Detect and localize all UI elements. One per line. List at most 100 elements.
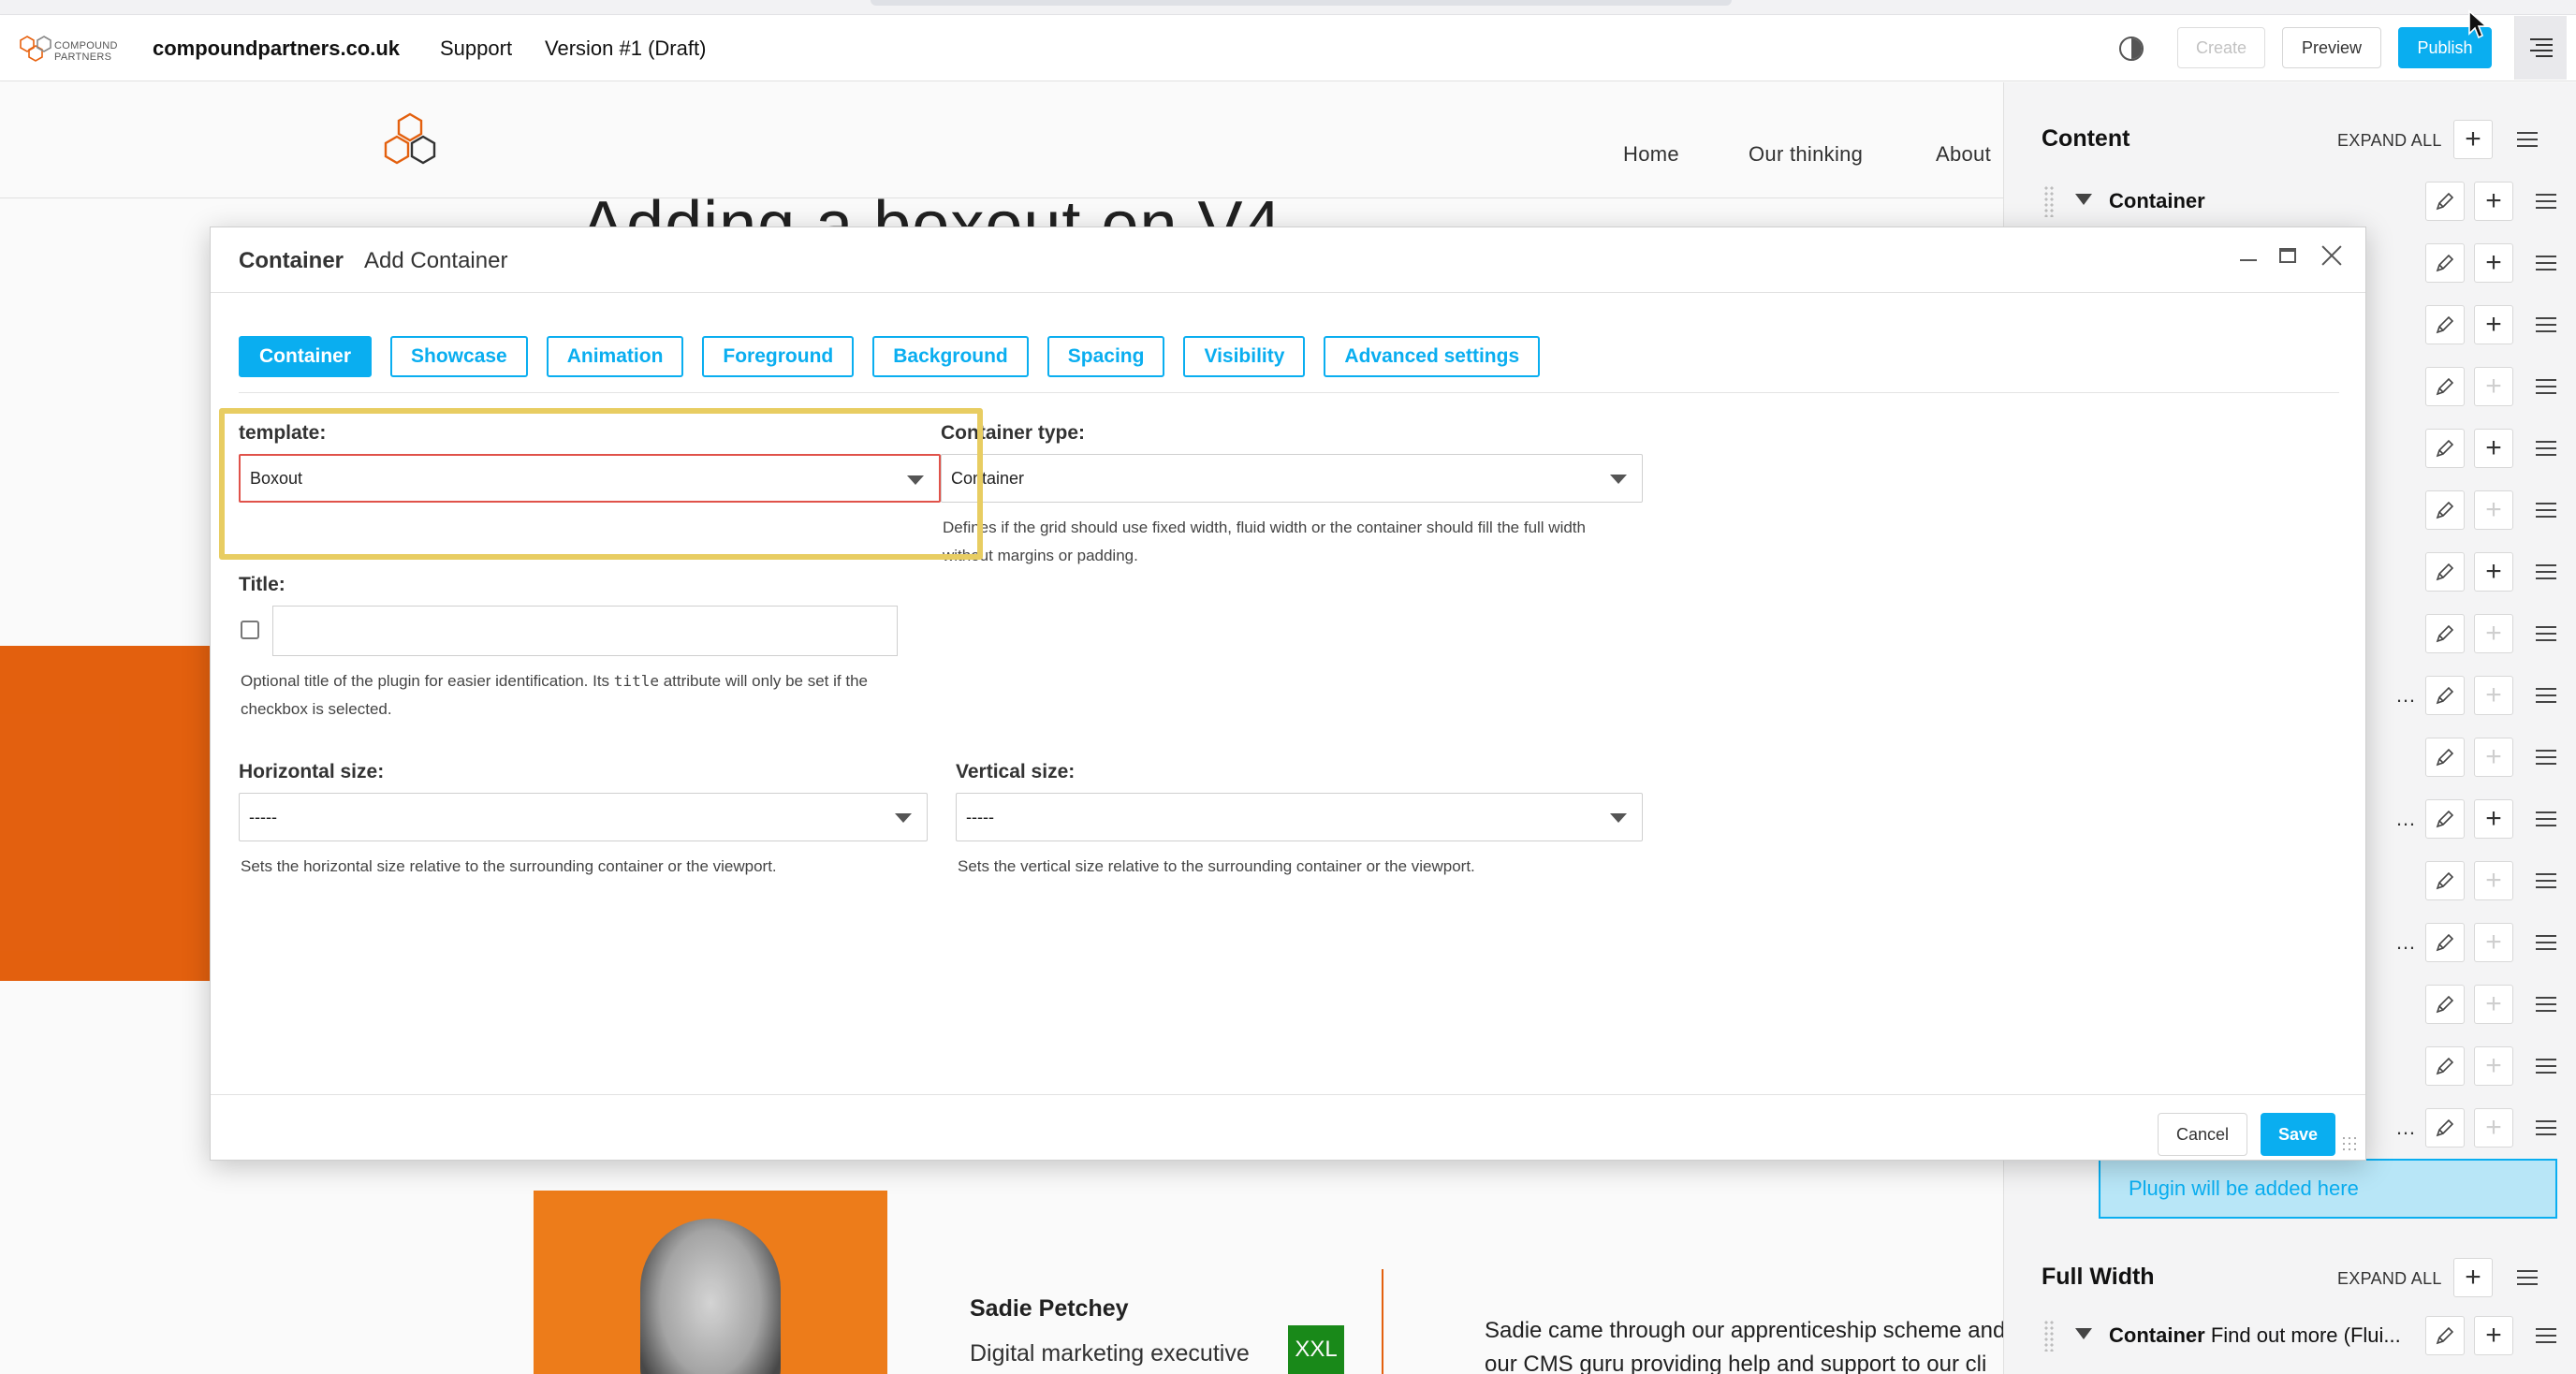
version-indicator[interactable]: Version #1 (Draft) — [545, 37, 706, 61]
edit-pencil-icon[interactable] — [2425, 490, 2465, 530]
add-child-icon[interactable]: + — [2474, 861, 2513, 900]
add-child-icon[interactable]: + — [2474, 738, 2513, 777]
add-child-icon[interactable]: + — [2474, 923, 2513, 962]
tab-visibility[interactable]: Visibility — [1183, 336, 1306, 377]
add-child-icon[interactable]: + — [2474, 799, 2513, 839]
plugin-row[interactable]: Container + — [2042, 170, 2558, 232]
row-menu-icon[interactable] — [2536, 1054, 2556, 1078]
full-width-expand-all-link[interactable]: EXPAND ALL — [2337, 1269, 2442, 1289]
expand-all-link[interactable]: EXPAND ALL — [2337, 131, 2442, 151]
edit-pencil-icon[interactable] — [2425, 676, 2465, 715]
edit-pencil-icon[interactable] — [2425, 923, 2465, 962]
nav-about[interactable]: About — [1936, 142, 1991, 167]
edit-pencil-icon[interactable] — [2425, 243, 2465, 283]
vertical-size-label: Vertical size: — [956, 761, 1076, 782]
row-menu-icon[interactable] — [2536, 807, 2556, 831]
row-menu-icon[interactable] — [2536, 374, 2556, 399]
full-width-menu-icon[interactable] — [2517, 1265, 2538, 1290]
address-bar[interactable] — [871, 0, 1732, 6]
add-child-icon[interactable]: + — [2474, 305, 2513, 344]
tab-spacing[interactable]: Spacing — [1046, 336, 1165, 377]
site-name-link[interactable]: compoundpartners.co.uk — [153, 37, 400, 61]
tab-animation[interactable]: Animation — [546, 336, 684, 377]
tab-container[interactable]: Container — [239, 336, 373, 377]
edit-pencil-icon[interactable] — [2425, 429, 2465, 468]
edit-pencil-icon[interactable] — [2425, 799, 2465, 839]
full-width-add-icon[interactable]: + — [2453, 1258, 2493, 1297]
minimize-icon[interactable] — [2240, 259, 2257, 261]
row-menu-icon[interactable] — [2536, 745, 2556, 769]
add-child-icon[interactable]: + — [2474, 1046, 2513, 1086]
row-menu-icon[interactable] — [2536, 436, 2556, 460]
add-child-icon[interactable]: + — [2474, 614, 2513, 653]
row-menu-icon[interactable] — [2536, 498, 2556, 522]
edit-pencil-icon[interactable] — [2425, 552, 2465, 592]
placeholder-menu-icon[interactable] — [2517, 127, 2538, 152]
support-link[interactable]: Support — [440, 37, 512, 61]
row-menu-icon[interactable] — [2536, 560, 2556, 584]
row-menu-icon[interactable] — [2536, 189, 2556, 213]
horizontal-size-select[interactable]: ----- — [239, 793, 928, 841]
nav-home[interactable]: Home — [1623, 142, 1679, 167]
tab-showcase[interactable]: Showcase — [390, 336, 528, 377]
row-menu-icon[interactable] — [2536, 1116, 2556, 1140]
horizontal-size-help: Sets the horizontal size relative to the… — [241, 857, 777, 875]
tab-advanced-settings[interactable]: Advanced settings — [1324, 336, 1541, 377]
add-child-icon[interactable]: + — [2474, 552, 2513, 592]
add-child-icon[interactable]: + — [2474, 429, 2513, 468]
add-child-icon[interactable]: + — [2474, 490, 2513, 530]
tab-foreground[interactable]: Foreground — [702, 336, 855, 377]
resize-handle-icon[interactable] — [2341, 1135, 2358, 1152]
content-placeholder-title: Content — [2042, 125, 2130, 152]
collapse-caret-icon[interactable] — [2075, 194, 2092, 205]
compound-partners-logo[interactable]: COMPOUND PARTNERS — [19, 29, 122, 66]
add-child-icon[interactable]: + — [2474, 1108, 2513, 1147]
edit-pencil-icon[interactable] — [2425, 1316, 2465, 1355]
edit-pencil-icon[interactable] — [2425, 367, 2465, 406]
edit-pencil-icon[interactable] — [2425, 614, 2465, 653]
title-input[interactable] — [272, 606, 898, 656]
add-child-icon[interactable]: + — [2474, 1316, 2513, 1355]
drag-handle-icon[interactable] — [2043, 1320, 2055, 1352]
row-menu-icon[interactable] — [2536, 869, 2556, 893]
row-menu-icon[interactable] — [2536, 313, 2556, 337]
drag-handle-icon[interactable] — [2043, 185, 2055, 217]
row-menu-icon[interactable] — [2536, 621, 2556, 646]
modal-header: Container Add Container — [211, 227, 2365, 293]
add-child-icon[interactable]: + — [2474, 243, 2513, 283]
add-child-icon[interactable]: + — [2474, 985, 2513, 1024]
preview-button[interactable]: Preview — [2282, 27, 2381, 68]
full-width-container-row[interactable]: Container Find out more (Flui... + — [2042, 1305, 2558, 1367]
container-type-select[interactable]: Container — [941, 454, 1643, 503]
save-button[interactable]: Save — [2261, 1113, 2335, 1156]
row-menu-icon[interactable] — [2536, 251, 2556, 275]
create-button[interactable]: Create — [2177, 27, 2265, 68]
add-child-icon[interactable]: + — [2474, 367, 2513, 406]
site-logo-icon[interactable] — [376, 110, 444, 170]
edit-pencil-icon[interactable] — [2425, 861, 2465, 900]
contrast-toggle-icon[interactable] — [2119, 37, 2144, 61]
edit-pencil-icon[interactable] — [2425, 1108, 2465, 1147]
add-plugin-icon[interactable]: + — [2453, 120, 2493, 159]
add-child-icon[interactable]: + — [2474, 182, 2513, 221]
add-child-icon[interactable]: + — [2474, 676, 2513, 715]
tab-background[interactable]: Background — [872, 336, 1029, 377]
row-menu-icon[interactable] — [2536, 992, 2556, 1016]
row-menu-icon[interactable] — [2536, 930, 2556, 955]
edit-pencil-icon[interactable] — [2425, 1046, 2465, 1086]
structure-toggle-button[interactable] — [2514, 16, 2567, 80]
title-checkbox[interactable] — [241, 621, 259, 639]
vertical-size-select[interactable]: ----- — [956, 793, 1643, 841]
cancel-button[interactable]: Cancel — [2158, 1113, 2247, 1156]
template-select[interactable]: Boxout — [239, 454, 941, 503]
edit-pencil-icon[interactable] — [2425, 305, 2465, 344]
nav-our-thinking[interactable]: Our thinking — [1749, 142, 1863, 167]
edit-pencil-icon[interactable] — [2425, 182, 2465, 221]
close-icon[interactable] — [2319, 242, 2345, 269]
maximize-icon[interactable] — [2279, 248, 2296, 263]
row-menu-icon[interactable] — [2536, 683, 2556, 708]
row-menu-icon[interactable] — [2536, 1323, 2556, 1348]
edit-pencil-icon[interactable] — [2425, 985, 2465, 1024]
edit-pencil-icon[interactable] — [2425, 738, 2465, 777]
collapse-caret-icon[interactable] — [2075, 1328, 2092, 1339]
